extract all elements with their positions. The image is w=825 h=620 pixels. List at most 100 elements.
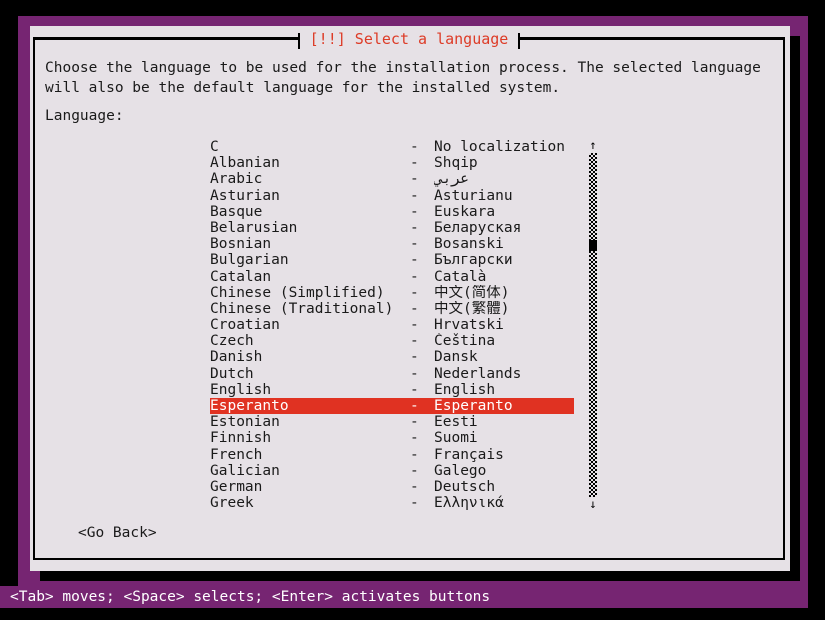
status-bar-hint: <Tab> moves; <Space> selects; <Enter> ac… [10, 589, 491, 605]
language-list-item[interactable]: Chinese (Traditional) - 中文(繁體) [210, 301, 574, 317]
language-name-native: Français [434, 446, 504, 463]
language-name-native: Български [434, 252, 513, 269]
language-name-native: Čeština [434, 333, 496, 350]
language-list[interactable]: C - No localization Albanian - Shqip Arabic - عر… [210, 139, 574, 511]
language-separator: - [410, 462, 419, 479]
scroll-down-arrow-icon[interactable]: ↓ [586, 498, 600, 511]
language-separator: - [410, 349, 419, 366]
language-name-english: Arabic [210, 171, 263, 188]
language-list-item[interactable]: Bosnian - Bosanski [210, 236, 574, 252]
language-name-english: Czech [210, 333, 254, 350]
language-name-english: Greek [210, 495, 254, 512]
language-name-english: Chinese (Simplified) [210, 284, 385, 301]
language-name-english: Croatian [210, 317, 280, 334]
go-back-button[interactable]: <Go Back> [78, 525, 157, 541]
language-separator: - [410, 187, 419, 204]
language-separator: - [410, 333, 419, 350]
language-name-english: French [210, 446, 263, 463]
language-name-native: Deutsch [434, 478, 496, 495]
language-name-native: Eesti [434, 414, 478, 431]
scroll-up-arrow-icon[interactable]: ↑ [586, 139, 600, 152]
language-field-label: Language: [45, 108, 124, 124]
language-separator: - [410, 268, 419, 285]
language-list-item[interactable]: Catalan - Català [210, 269, 574, 285]
language-separator: - [410, 300, 419, 317]
language-separator: - [410, 219, 419, 236]
language-separator: - [410, 317, 419, 334]
language-name-native: Galego [434, 462, 487, 479]
language-list-item[interactable]: Arabic - عربي [210, 171, 574, 187]
language-list-item[interactable]: German - Deutsch [210, 479, 574, 495]
language-name-english: English [210, 381, 272, 398]
language-separator: - [410, 252, 419, 269]
language-name-english: Dutch [210, 365, 254, 382]
language-name-native: Беларуская [434, 219, 522, 236]
language-list-item[interactable]: French - Français [210, 447, 574, 463]
language-name-english: Belarusian [210, 219, 298, 236]
language-name-native: Bosanski [434, 236, 504, 253]
language-list-scrollbar[interactable]: ↑ ↓ [586, 139, 600, 511]
scrollbar-thumb[interactable] [589, 240, 597, 251]
language-list-item[interactable]: Belarusian - Беларуская [210, 220, 574, 236]
language-list-item[interactable]: Croatian - Hrvatski [210, 317, 574, 333]
language-name-english: Catalan [210, 268, 272, 285]
language-name-english: C [210, 139, 219, 155]
language-separator: - [410, 236, 419, 253]
language-separator: - [410, 381, 419, 398]
language-name-english: Estonian [210, 414, 280, 431]
installer-screen: [!!] Select a language Choose the langua… [0, 0, 825, 620]
language-name-english: Albanian [210, 155, 280, 172]
language-name-native: Català [434, 268, 487, 285]
language-list-item[interactable]: Bulgarian - Български [210, 252, 574, 268]
language-list-item[interactable]: English - English [210, 382, 574, 398]
language-separator: - [410, 139, 419, 155]
language-name-english: Finnish [210, 430, 272, 447]
language-list-item[interactable]: C - No localization [210, 139, 574, 155]
language-name-english: Asturian [210, 187, 280, 204]
language-name-native: Euskara [434, 203, 496, 220]
language-separator: - [410, 430, 419, 447]
language-list-item[interactable]: Greek - Ελληνικά [210, 495, 574, 511]
language-name-native: 中文(繁體) [434, 300, 510, 317]
language-list-item[interactable]: Galician - Galego [210, 463, 574, 479]
language-name-english: Bulgarian [210, 252, 289, 269]
language-name-native: Suomi [434, 430, 478, 447]
language-name-native: عربي [434, 171, 469, 188]
language-separator: - [410, 284, 419, 301]
language-name-native: 中文(简体) [434, 284, 510, 301]
language-name-native: Nederlands [434, 365, 522, 382]
language-separator: - [410, 446, 419, 463]
language-name-native: English [434, 381, 496, 398]
language-separator: - [410, 155, 419, 172]
language-list-item[interactable]: Asturian - Asturianu [210, 188, 574, 204]
scrollbar-track[interactable] [589, 153, 597, 497]
language-name-native: Asturianu [434, 187, 513, 204]
language-name-native: Esperanto [434, 398, 513, 414]
language-list-item[interactable]: Czech - Čeština [210, 333, 574, 349]
language-name-english: Esperanto [210, 398, 289, 414]
language-name-native: Shqip [434, 155, 478, 172]
language-separator: - [410, 171, 419, 188]
language-name-english: Bosnian [210, 236, 272, 253]
language-separator: - [410, 203, 419, 220]
language-list-item[interactable]: Albanian - Shqip [210, 155, 574, 171]
language-separator: - [410, 478, 419, 495]
language-name-english: Danish [210, 349, 263, 366]
language-name-native: Dansk [434, 349, 478, 366]
language-list-item[interactable]: Danish - Dansk [210, 349, 574, 365]
language-list-item[interactable]: Chinese (Simplified) - 中文(简体) [210, 285, 574, 301]
language-list-item[interactable]: Basque - Euskara [210, 204, 574, 220]
language-name-english: Basque [210, 203, 263, 220]
language-name-native: No localization [434, 139, 565, 155]
language-name-native: Ελληνικά [434, 495, 504, 512]
language-name-english: German [210, 478, 263, 495]
language-name-english: Galician [210, 462, 280, 479]
language-separator: - [410, 365, 419, 382]
language-list-item[interactable]: Estonian - Eesti [210, 414, 574, 430]
language-separator: - [410, 495, 419, 512]
language-list-item[interactable]: Esperanto - Esperanto [210, 398, 574, 415]
language-list-item[interactable]: Dutch - Nederlands [210, 366, 574, 382]
language-separator: - [410, 414, 419, 431]
language-list-item[interactable]: Finnish - Suomi [210, 430, 574, 446]
language-name-native: Hrvatski [434, 317, 504, 334]
